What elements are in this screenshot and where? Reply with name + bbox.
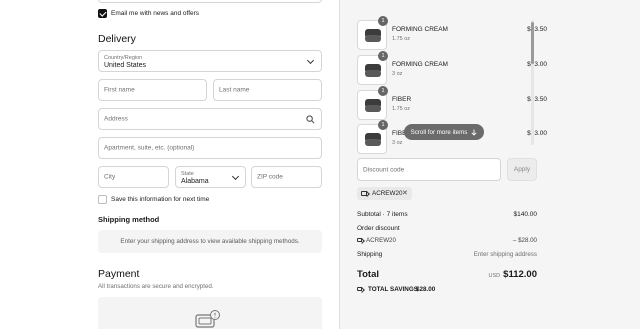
cart-item: 1 FORMING CREAM 3 oz $23.00 xyxy=(357,51,547,87)
last-name-field[interactable]: Last name xyxy=(213,79,322,101)
delivery-heading: Delivery xyxy=(98,33,136,45)
payment-box xyxy=(98,297,322,329)
product-variant: 3 oz xyxy=(392,71,403,77)
shipping-method-notice: Enter your shipping address to view avai… xyxy=(98,230,322,253)
total-value: $112.00 xyxy=(503,269,537,280)
product-variant: 1.75 oz xyxy=(392,36,411,42)
applied-code-label: ACREW20 xyxy=(372,190,403,197)
chevron-down-icon xyxy=(231,172,240,181)
total-label: Total xyxy=(357,269,379,280)
scroll-hint-label: Scroll for more items xyxy=(410,128,468,136)
tag-icon xyxy=(361,191,367,196)
country-label: Country/Region xyxy=(104,55,143,61)
address-placeholder: Address xyxy=(104,115,128,123)
country-select[interactable]: Country/Region United States xyxy=(98,50,322,72)
discount-code-label: ACREW20 xyxy=(366,237,396,244)
quantity-badge: 1 xyxy=(378,86,388,96)
quantity-badge: 1 xyxy=(378,120,388,130)
payment-heading: Payment xyxy=(98,268,140,280)
total-row: Total USD $112.00 xyxy=(357,269,537,283)
state-select[interactable]: State Alabama xyxy=(175,166,246,188)
total-amount-group: USD $112.00 xyxy=(489,269,537,280)
first-name-field[interactable]: First name xyxy=(98,79,207,101)
checkout-form: Email me with news and offers Delivery C… xyxy=(0,0,339,329)
applied-discount-tag: ACREW20 ✕ xyxy=(357,187,412,200)
product-name: FORMING CREAM xyxy=(392,26,448,33)
shipping-method-heading: Shipping method xyxy=(98,215,160,224)
shipping-value: Enter shipping address xyxy=(473,251,537,258)
order-discount-row: Order discount xyxy=(357,225,537,232)
product-name: FORMING CREAM xyxy=(392,61,448,68)
cart-scrollbar[interactable] xyxy=(531,20,534,145)
apartment-placeholder: Apartment, suite, etc. (optional) xyxy=(104,144,195,152)
chevron-down-icon xyxy=(306,56,315,65)
quantity-badge: 1 xyxy=(378,16,388,26)
state-value: Alabama xyxy=(181,178,209,185)
state-label: State xyxy=(181,171,194,177)
city-field[interactable]: City xyxy=(98,166,169,188)
quantity-badge: 1 xyxy=(378,51,388,61)
subtotal-row: Subtotal · 7 items $140.00 xyxy=(357,211,537,218)
arrow-down-icon xyxy=(471,129,477,136)
save-info-checkbox[interactable] xyxy=(98,195,107,204)
discount-value: – $28.00 xyxy=(512,237,537,244)
savings-label: TOTAL SAVINGS xyxy=(368,286,418,293)
cart-item: 1 FIBER 1.75 oz $13.50 xyxy=(357,86,547,122)
savings-value: $28.00 xyxy=(416,286,436,293)
zip-field[interactable]: ZIP code xyxy=(251,166,322,188)
tag-icon xyxy=(357,238,362,242)
discount-placeholder: Discount code xyxy=(363,166,405,173)
shipping-label: Shipping xyxy=(357,251,383,258)
remove-discount-icon[interactable]: ✕ xyxy=(402,189,408,197)
credit-card-error-icon xyxy=(195,310,220,328)
apartment-field[interactable]: Apartment, suite, etc. (optional) xyxy=(98,137,322,159)
scroll-hint-pill[interactable]: Scroll for more items xyxy=(404,124,484,140)
shipping-row: Shipping Enter shipping address xyxy=(357,251,537,258)
currency-code: USD xyxy=(488,273,501,279)
save-info-label: Save this information for next time xyxy=(111,196,210,203)
scrollbar-thumb[interactable] xyxy=(531,22,534,64)
email-optin-label: Email me with news and offers xyxy=(111,10,200,17)
discount-code-input[interactable]: Discount code xyxy=(357,158,501,181)
country-value: United States xyxy=(104,62,147,69)
zip-placeholder: ZIP code xyxy=(257,173,283,181)
first-name-placeholder: First name xyxy=(104,86,135,94)
apply-button[interactable]: Apply xyxy=(507,158,537,181)
product-name: FIBER xyxy=(392,96,412,103)
email-field[interactable] xyxy=(98,0,322,3)
cart-item: 1 FORMING CREAM 1.75 oz $13.50 xyxy=(357,16,547,52)
product-variant: 1.75 oz xyxy=(392,106,411,112)
subtotal-value: $140.00 xyxy=(513,211,538,218)
payment-subtitle: All transactions are secure and encrypte… xyxy=(98,283,214,290)
city-placeholder: City xyxy=(104,173,116,181)
last-name-placeholder: Last name xyxy=(219,86,250,94)
order-summary: 1 FORMING CREAM 1.75 oz $13.50 1 FORMING… xyxy=(339,0,640,329)
tag-icon xyxy=(357,287,362,291)
address-field[interactable]: Address xyxy=(98,108,322,130)
search-icon xyxy=(306,115,315,124)
email-optin-checkbox[interactable] xyxy=(98,9,107,18)
order-discount-label: Order discount xyxy=(357,225,400,232)
subtotal-label: Subtotal · 7 items xyxy=(357,211,408,218)
product-variant: 3 oz xyxy=(392,140,403,146)
